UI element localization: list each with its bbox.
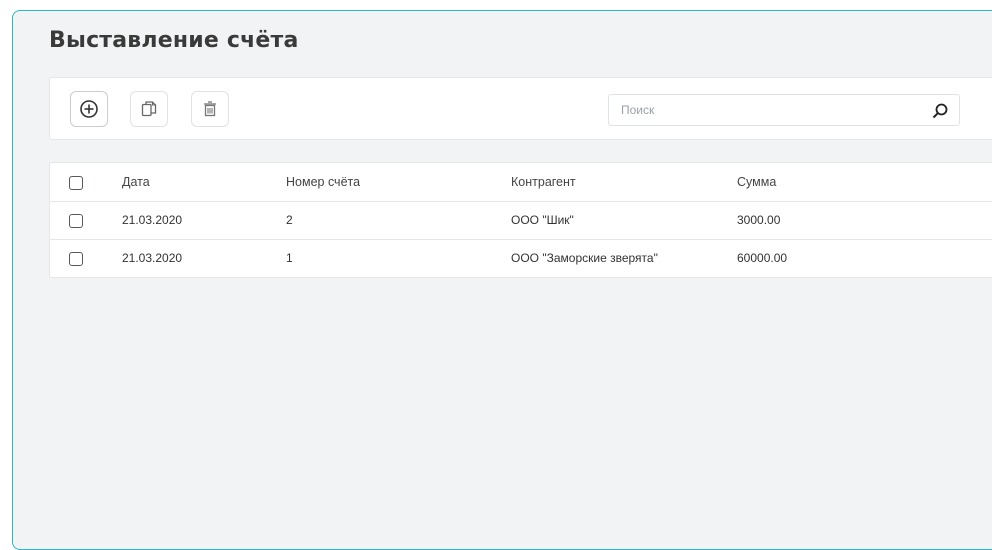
copy-button[interactable]	[130, 91, 168, 127]
table-row[interactable]: 21.03.2020 1 ООО "Заморские зверята" 600…	[50, 240, 992, 277]
toolbar	[49, 77, 992, 140]
table-row[interactable]: 21.03.2020 2 ООО "Шик" 3000.00	[50, 202, 992, 240]
invoice-table: Дата Номер счёта Контрагент Сумма 21.03.…	[49, 162, 992, 278]
cell-counterparty: ООО "Шик"	[511, 213, 574, 227]
select-all-checkbox[interactable]	[69, 176, 83, 190]
delete-button[interactable]	[191, 91, 229, 127]
table-header-row: Дата Номер счёта Контрагент Сумма	[50, 163, 992, 202]
cell-amount: 60000.00	[737, 251, 788, 265]
row-checkbox[interactable]	[69, 252, 83, 266]
search-input[interactable]	[621, 101, 921, 119]
column-header-number[interactable]: Номер счёта	[286, 163, 360, 201]
column-header-amount[interactable]: Сумма	[737, 163, 776, 201]
cell-counterparty: ООО "Заморские зверята"	[511, 251, 658, 265]
column-header-date[interactable]: Дата	[122, 163, 150, 201]
cell-number: 2	[286, 213, 293, 227]
page-title: Выставление счёта	[49, 28, 299, 53]
column-header-counterparty[interactable]: Контрагент	[511, 163, 576, 201]
cell-date: 21.03.2020	[122, 213, 183, 227]
row-checkbox[interactable]	[69, 214, 83, 228]
cell-date: 21.03.2020	[122, 251, 183, 265]
add-button[interactable]	[70, 91, 108, 127]
app-frame: Выставление счёта Поиск Дата Номер счёта…	[12, 10, 992, 550]
copy-icon	[141, 101, 157, 117]
trash-icon	[204, 101, 216, 117]
search-box	[608, 94, 960, 126]
cell-number: 1	[286, 251, 293, 265]
cell-amount: 3000.00	[737, 213, 781, 227]
plus-circle-icon	[80, 100, 98, 118]
search-icon[interactable]	[931, 102, 949, 120]
